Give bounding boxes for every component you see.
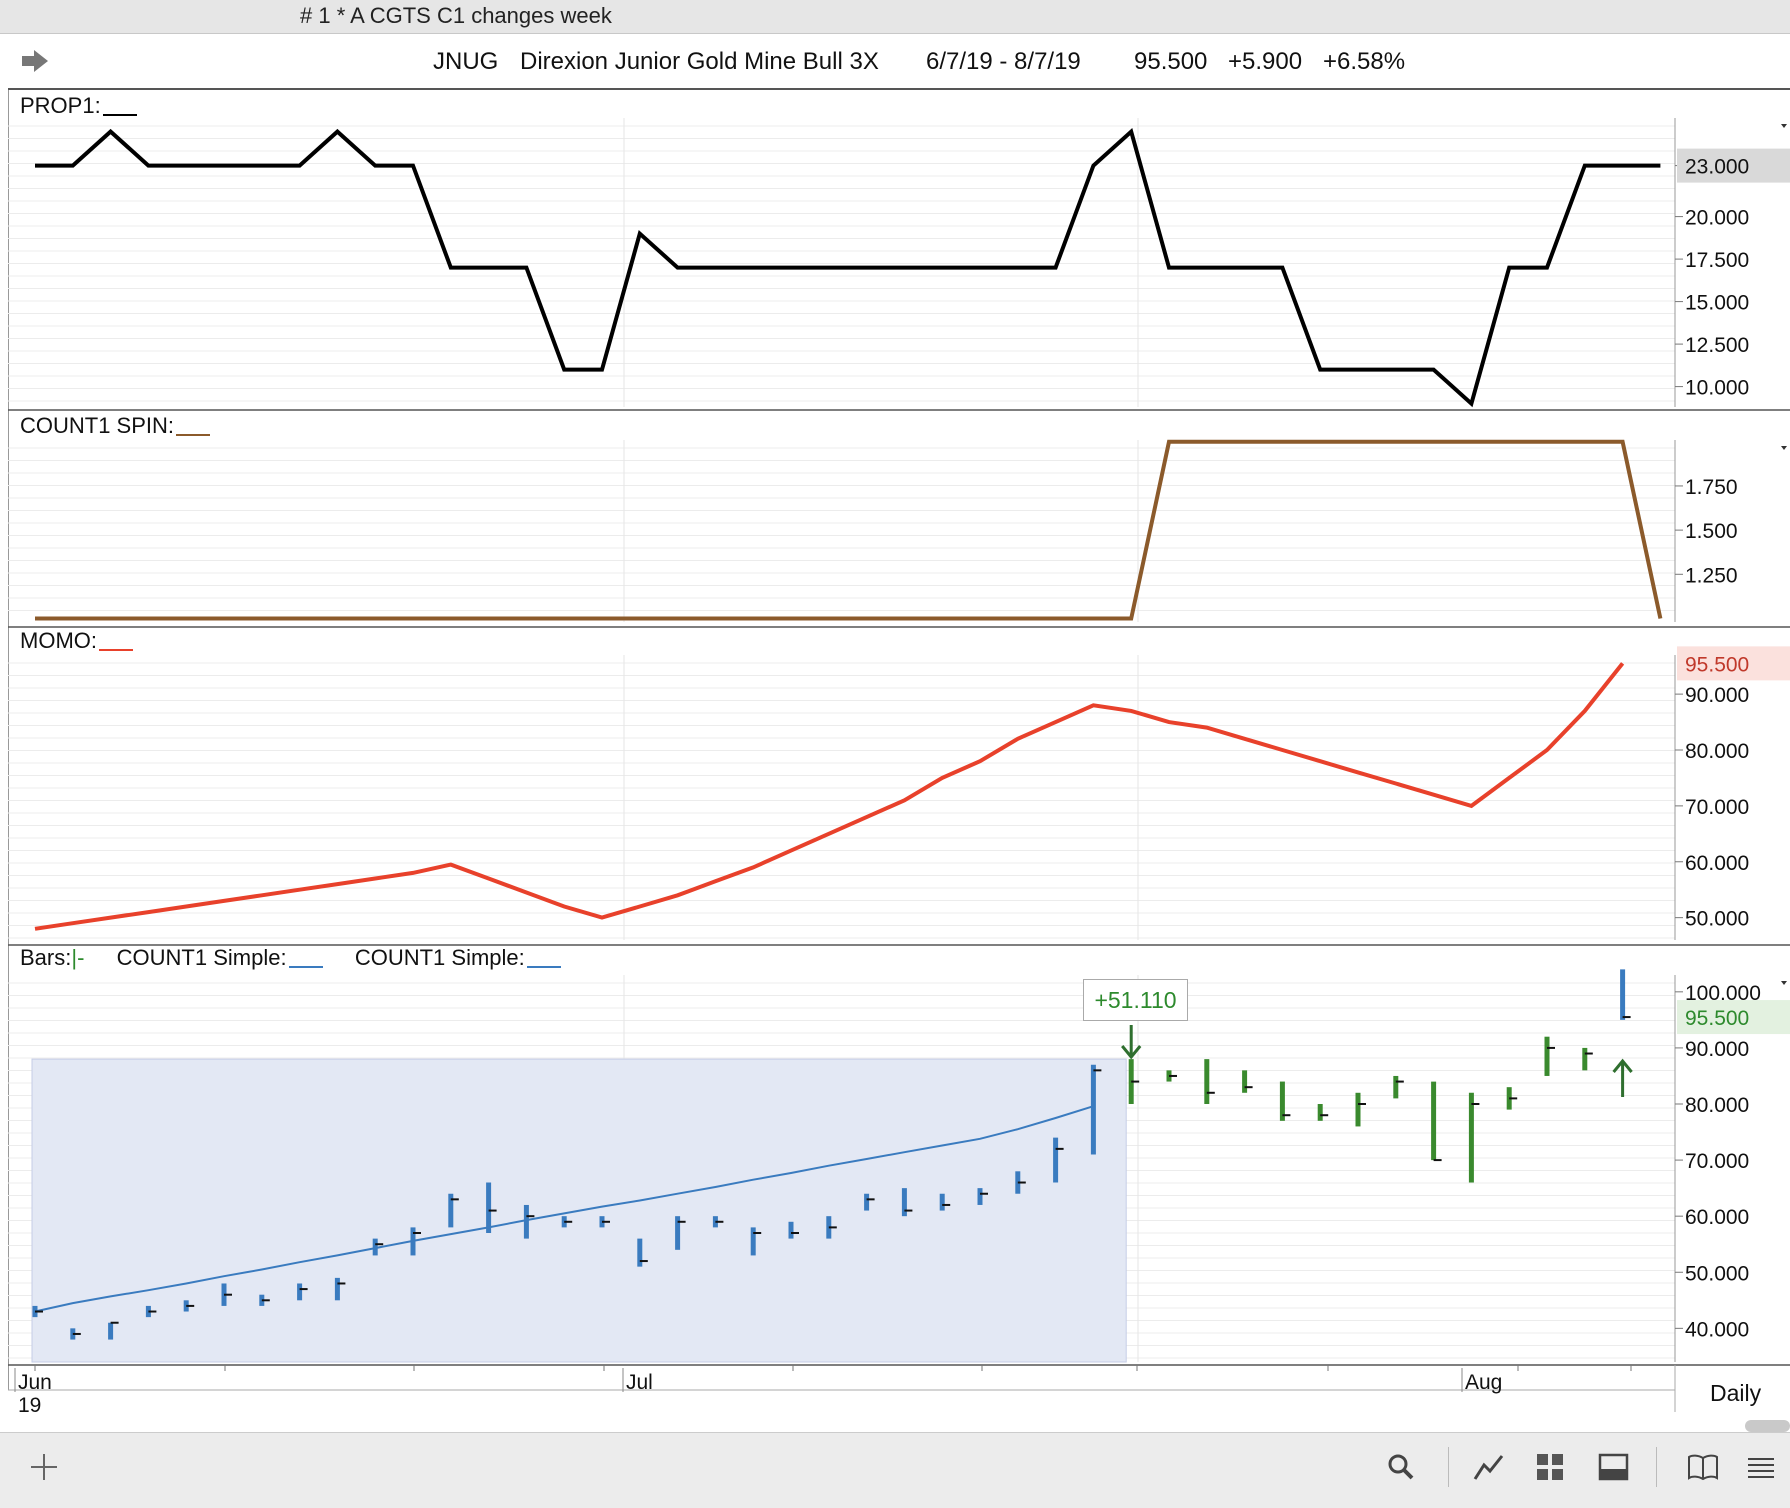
count1-simple-label-2: COUNT1 Simple:: [354, 945, 525, 970]
count1-simple-swatch-2: [526, 966, 561, 968]
prop1-tick-label: 15.000: [1685, 292, 1749, 315]
bars-axis-menu-icon: [1781, 981, 1787, 985]
horizontal-scrollbar[interactable]: [1745, 1420, 1790, 1432]
bars-tick-label: 60.000: [1685, 1206, 1749, 1229]
prop1-tick-label: 12.500: [1685, 334, 1749, 357]
book-icon[interactable]: [1686, 1451, 1720, 1483]
bars-tick-label: 40.000: [1685, 1318, 1749, 1341]
x-axis-label-jun: Jun: [18, 1371, 52, 1394]
bars-tick-label: 70.000: [1685, 1150, 1749, 1173]
panel-layout-icon[interactable]: [1597, 1451, 1631, 1483]
prop1-tick-label: 20.000: [1685, 207, 1749, 230]
prop1-legend-swatch: [102, 114, 137, 116]
spin-series-line: [35, 439, 1663, 621]
toolbar-divider: [1448, 1447, 1449, 1487]
momo-series-line: [34, 662, 1625, 931]
prop1-series-line: [35, 127, 1661, 408]
spin-tick-label: 1.250: [1685, 564, 1738, 587]
x-axis-label-jul: Jul: [626, 1371, 653, 1394]
chart-canvas: 23.00020.00017.50015.00012.50010.00023.0…: [8, 118, 1790, 1417]
gain-callout: +51.110: [1083, 979, 1188, 1021]
x-axis-year: 19: [18, 1394, 41, 1417]
panel-label-spin: COUNT1 SPIN:: [20, 413, 211, 439]
bars-label: Bars:: [20, 945, 72, 970]
panel-label-momo: MOMO:: [20, 628, 133, 654]
spin-tick-label: 1.500: [1685, 520, 1738, 543]
bars-tick-label: 50.000: [1685, 1262, 1749, 1285]
spin-legend-swatch: [176, 434, 211, 436]
panel-label-bars: Bars:|- COUNT1 Simple: COUNT1 Simple:: [20, 945, 561, 971]
momo-tick-label: 60.000: [1685, 852, 1749, 875]
up-arrow-icon: [1612, 1058, 1633, 1097]
prop1-axis-menu-icon: [1781, 124, 1787, 128]
momo-label: MOMO:: [20, 628, 97, 653]
bottom-toolbar: [0, 1432, 1790, 1508]
prop1-tick-label: 17.500: [1685, 249, 1749, 272]
search-icon[interactable]: [1385, 1451, 1417, 1483]
spin-axis-menu-icon: [1781, 446, 1787, 450]
count1-simple-label-1: COUNT1 Simple:: [116, 945, 287, 970]
panel-label-prop1: PROP1:: [20, 93, 137, 119]
bars-tick-label: 80.000: [1685, 1094, 1749, 1117]
bars-badge: 95.500: [1685, 1007, 1749, 1030]
prop1-tick-label: 10.000: [1685, 377, 1749, 400]
grid-icon[interactable]: [1534, 1451, 1566, 1483]
momo-tick-label: 70.000: [1685, 796, 1749, 819]
prop1-label: PROP1:: [20, 93, 101, 118]
count1-simple-swatch-1: [288, 966, 323, 968]
period-label[interactable]: Daily: [1710, 1380, 1761, 1407]
toolbar-divider: [1656, 1447, 1657, 1487]
x-axis-label-aug: Aug: [1465, 1371, 1502, 1394]
bars-tick-label: 90.000: [1685, 1038, 1749, 1061]
momo-badge: 95.500: [1685, 653, 1749, 676]
momo-tick-label: 50.000: [1685, 908, 1749, 931]
momo-tick-label: 80.000: [1685, 740, 1749, 763]
momo-legend-swatch: [99, 649, 133, 651]
line-chart-icon[interactable]: [1472, 1451, 1506, 1483]
prop1-badge: 23.000: [1685, 156, 1749, 179]
bars-label-mark: |-: [71, 945, 85, 970]
add-icon[interactable]: [28, 1451, 60, 1483]
menu-icon[interactable]: [1745, 1451, 1777, 1483]
spin-label: COUNT1 SPIN:: [20, 413, 175, 438]
spin-tick-label: 1.750: [1685, 476, 1738, 499]
momo-tick-label: 90.000: [1685, 684, 1749, 707]
